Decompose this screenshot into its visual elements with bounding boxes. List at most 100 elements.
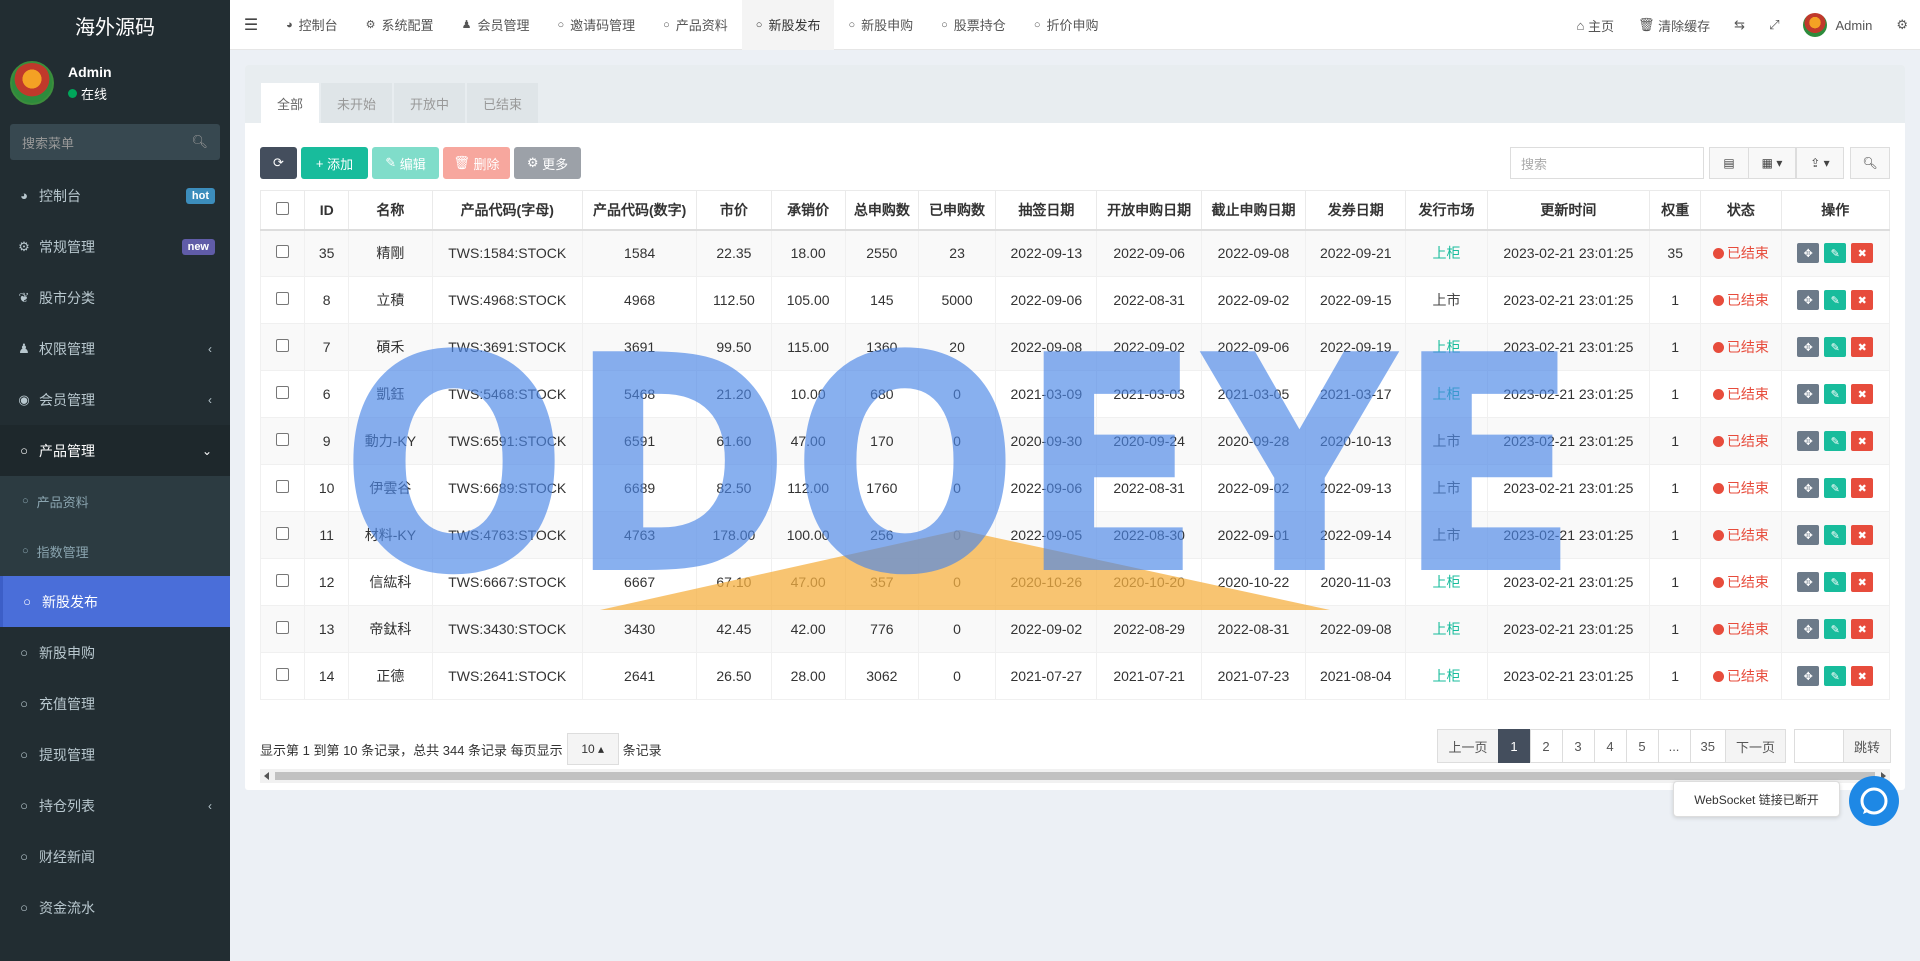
column-header[interactable]: 截止申购日期	[1200, 190, 1307, 231]
drag-handle-icon[interactable]: ✥	[1797, 431, 1820, 451]
row-checkbox[interactable]	[260, 370, 306, 418]
column-header[interactable]: 发券日期	[1305, 190, 1407, 231]
delete-row-icon[interactable]: ✖	[1851, 572, 1874, 592]
edit-row-icon[interactable]: ✎	[1824, 384, 1847, 404]
menu-toggle-icon[interactable]: ☰	[230, 15, 272, 35]
edit-row-icon[interactable]: ✎	[1824, 666, 1847, 686]
horizontal-scrollbar[interactable]	[260, 769, 1890, 783]
row-checkbox[interactable]	[260, 605, 306, 653]
app-logo[interactable]: 海外源码	[0, 0, 230, 50]
sidebar-item-recharge[interactable]: ○ 充值管理	[0, 678, 230, 729]
tab-dashboard[interactable]: ◕ 控制台	[272, 0, 352, 50]
table-row[interactable]: 14 正德 TWS:2641:STOCK 2641 26.50 28.00 3062 0 202…	[260, 652, 1890, 700]
add-button[interactable]: + 添加	[301, 147, 368, 179]
drag-handle-icon[interactable]: ✥	[1797, 290, 1820, 310]
tab-ended[interactable]: 已结束	[467, 83, 539, 123]
edit-row-icon[interactable]: ✎	[1824, 431, 1847, 451]
row-checkbox[interactable]	[260, 323, 306, 371]
menu-search-input[interactable]: 搜索菜单 🔍︎	[10, 124, 220, 160]
page-button[interactable]: 5	[1625, 729, 1659, 763]
tab-discount-subscribe[interactable]: ○ 折价申购	[1020, 0, 1113, 50]
sidebar-subitem-index[interactable]: ○ 指数管理	[0, 526, 230, 576]
more-button[interactable]: ⚙ 更多	[514, 147, 581, 179]
drag-handle-icon[interactable]: ✥	[1797, 384, 1820, 404]
page-button[interactable]: 4	[1593, 729, 1627, 763]
sidebar-item-permissions[interactable]: ♟ 权限管理 ‹	[0, 323, 230, 374]
edit-row-icon[interactable]: ✎	[1824, 243, 1847, 264]
delete-row-icon[interactable]: ✖	[1851, 337, 1874, 357]
column-header[interactable]: 开放申购日期	[1096, 190, 1202, 231]
column-header[interactable]: 承销价	[770, 190, 846, 231]
prev-page-button[interactable]: 上一页	[1437, 729, 1499, 763]
row-checkbox[interactable]	[260, 558, 306, 606]
drag-handle-icon[interactable]: ✥	[1797, 572, 1820, 592]
table-row[interactable]: 7 碩禾 TWS:3691:STOCK 3691 99.50 115.00 1360 20 20…	[260, 323, 1890, 371]
column-header[interactable]: 已申购数	[917, 190, 997, 231]
export-button[interactable]: ⇪ ▾	[1796, 147, 1844, 179]
sidebar-item-fund-flow[interactable]: ○ 资金流水	[0, 882, 230, 933]
refresh-button[interactable]: ⟳	[260, 147, 297, 179]
table-row[interactable]: 13 帝鈦科 TWS:3430:STOCK 3430 42.45 42.00 776 0 202…	[260, 605, 1890, 653]
search-button[interactable]: 🔍︎	[1850, 147, 1890, 179]
sidebar-item-members[interactable]: ◉ 会员管理 ‹	[0, 374, 230, 425]
sidebar-item-market-category[interactable]: ❦ 股市分类	[0, 272, 230, 323]
settings-icon[interactable]: ⚙	[1884, 17, 1920, 33]
toggle-view-button[interactable]: ▤	[1709, 147, 1749, 179]
tab-product-info[interactable]: ○ 产品资料	[649, 0, 742, 50]
column-header[interactable]: 产品代码(字母)	[431, 190, 583, 231]
delete-row-icon[interactable]: ✖	[1851, 290, 1874, 310]
column-header[interactable]: ID	[304, 190, 350, 231]
column-header[interactable]: 总申购数	[844, 190, 919, 231]
delete-row-icon[interactable]: ✖	[1851, 478, 1874, 498]
drag-handle-icon[interactable]: ✥	[1797, 666, 1820, 686]
sidebar-item-news[interactable]: ○ 财经新闻	[0, 831, 230, 882]
row-checkbox[interactable]	[260, 464, 306, 512]
drag-handle-icon[interactable]: ✥	[1797, 478, 1820, 498]
column-header[interactable]: 产品代码(数字)	[581, 190, 698, 231]
column-header[interactable]: 名称	[348, 190, 433, 231]
column-header[interactable]: 抽签日期	[995, 190, 1098, 231]
delete-row-icon[interactable]: ✖	[1851, 243, 1874, 264]
search-input[interactable]: 搜索	[1510, 147, 1704, 179]
edit-row-icon[interactable]: ✎	[1824, 525, 1847, 545]
delete-row-icon[interactable]: ✖	[1851, 431, 1874, 451]
clear-cache-button[interactable]: 🗑︎ 清除缓存	[1626, 16, 1722, 35]
row-checkbox[interactable]	[260, 652, 306, 700]
column-header[interactable]: 操作	[1780, 190, 1890, 231]
delete-row-icon[interactable]: ✖	[1851, 619, 1874, 639]
table-row[interactable]: 10 伊雲谷 TWS:6689:STOCK 6689 82.50 112.00 1760 0 2…	[260, 464, 1890, 512]
next-page-button[interactable]: 下一页	[1724, 729, 1786, 763]
drag-handle-icon[interactable]: ✥	[1797, 243, 1820, 264]
page-button[interactable]: 3	[1561, 729, 1595, 763]
table-row[interactable]: 35 精剛 TWS:1584:STOCK 1584 22.35 18.00 2550 23 20…	[260, 229, 1890, 277]
tab-system-config[interactable]: ⚙ 系统配置	[352, 0, 448, 50]
table-row[interactable]: 9 動力-KY TWS:6591:STOCK 6591 61.60 47.00 170 0 20…	[260, 417, 1890, 465]
search-icon[interactable]: 🔍︎	[191, 134, 208, 150]
column-header[interactable]: 发行市场	[1405, 190, 1488, 231]
edit-button[interactable]: ✎ 编辑	[372, 147, 439, 179]
column-header[interactable]: 权重	[1649, 190, 1702, 231]
row-checkbox[interactable]	[260, 417, 306, 465]
drag-handle-icon[interactable]: ✥	[1797, 619, 1820, 639]
sidebar-item-general[interactable]: ⚙ 常规管理 new	[0, 221, 230, 272]
admin-menu[interactable]: Admin	[1791, 13, 1884, 37]
row-checkbox[interactable]	[260, 511, 306, 559]
delete-button[interactable]: 🗑︎ 删除	[443, 147, 510, 179]
sidebar-item-ipo-release[interactable]: ○ 新股发布	[0, 576, 230, 627]
page-jump-button[interactable]: 跳转	[1842, 729, 1891, 763]
drag-handle-icon[interactable]: ✥	[1797, 525, 1820, 545]
tab-members[interactable]: ♟ 会员管理	[448, 0, 544, 50]
page-button[interactable]: 35	[1689, 729, 1726, 763]
chat-bubble-button[interactable]	[1849, 776, 1899, 826]
sidebar-item-dashboard[interactable]: ◕ 控制台 hot	[0, 170, 230, 221]
row-checkbox[interactable]	[260, 229, 306, 277]
table-row[interactable]: 11 材料-KY TWS:4763:STOCK 4763 178.00 100.00 256…	[260, 511, 1890, 559]
drag-handle-icon[interactable]: ✥	[1797, 337, 1820, 357]
tab-all[interactable]: 全部	[261, 83, 320, 123]
edit-row-icon[interactable]: ✎	[1824, 619, 1847, 639]
tab-ipo-subscribe[interactable]: ○ 新股申购	[834, 0, 927, 50]
sidebar-item-products[interactable]: ○ 产品管理 ⌄	[0, 425, 230, 476]
table-row[interactable]: 12 信紘科 TWS:6667:STOCK 6667 67.10 47.00 357 0 202…	[260, 558, 1890, 606]
delete-row-icon[interactable]: ✖	[1851, 666, 1874, 686]
table-row[interactable]: 8 立積 TWS:4968:STOCK 4968 112.50 105.00 145 5000…	[260, 276, 1890, 324]
